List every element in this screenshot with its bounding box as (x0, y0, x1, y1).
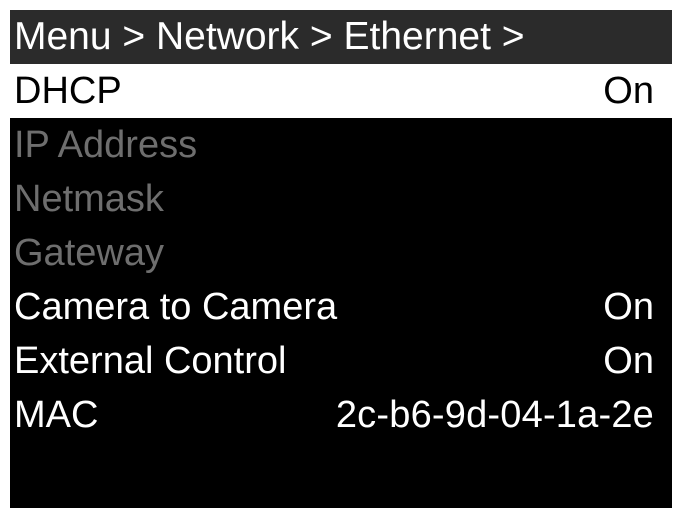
menu-item-external-control[interactable]: External Control On (10, 334, 672, 388)
mac-address-value: 2c-b6-9d-04-1a-2e (335, 393, 654, 436)
ethernet-menu-screen: Menu > Network > Ethernet > DHCP On IP A… (10, 10, 672, 508)
menu-item-label: DHCP (14, 69, 122, 112)
menu-item-label: MAC (14, 393, 99, 436)
menu-item-label: IP Address (14, 123, 198, 166)
menu-item-netmask: Netmask (10, 172, 672, 226)
menu-item-camera-to-camera[interactable]: Camera to Camera On (10, 280, 672, 334)
breadcrumb: Menu > Network > Ethernet > (10, 10, 672, 64)
menu-item-dhcp[interactable]: DHCP On (10, 64, 672, 118)
menu-item-ip-address: IP Address (10, 118, 672, 172)
menu-item-mac: MAC 2c-b6-9d-04-1a-2e (10, 388, 672, 442)
menu-item-label: Netmask (14, 177, 164, 220)
menu-item-label: External Control (14, 339, 287, 382)
menu-item-gateway: Gateway (10, 226, 672, 280)
menu-item-value: On (603, 69, 654, 112)
menu-item-label: Camera to Camera (14, 285, 338, 328)
menu-item-value: On (603, 285, 654, 328)
menu-item-value: On (603, 339, 654, 382)
menu-item-label: Gateway (14, 231, 164, 274)
